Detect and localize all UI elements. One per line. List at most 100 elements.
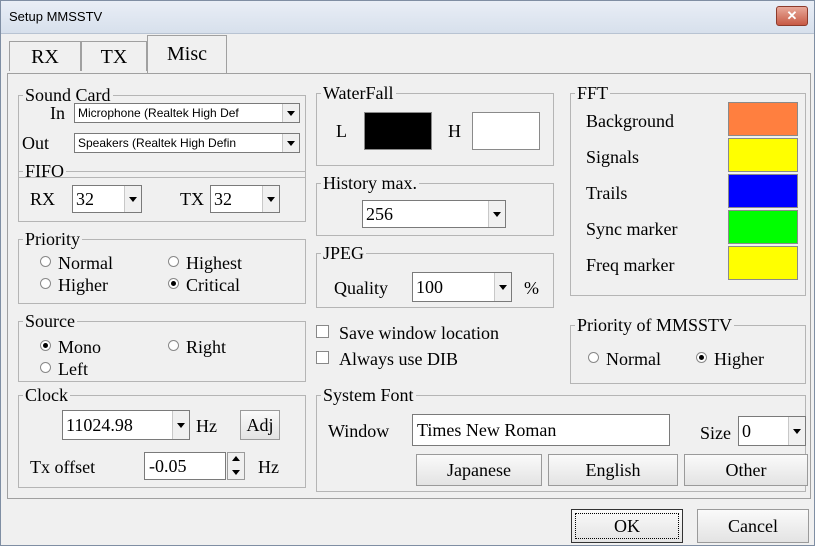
fft-sync-marker-label: Sync marker	[586, 219, 678, 239]
fft-trails-label: Trails	[586, 183, 628, 203]
font-window-input[interactable]: Times New Roman	[412, 414, 670, 446]
tab-tx[interactable]: TX	[81, 41, 147, 71]
priority-mmsstv-legend: Priority of MMSSTV	[577, 315, 733, 335]
chevron-down-icon[interactable]	[494, 273, 511, 301]
fft-legend: FFT	[577, 83, 609, 103]
dialog-footer: OK Cancel	[1, 499, 814, 545]
fifo-rx-value: 32	[76, 189, 94, 209]
tx-offset-input[interactable]: -0.05	[144, 452, 226, 480]
clock-legend: Clock	[25, 385, 68, 405]
radio-icon	[40, 256, 51, 267]
ok-button[interactable]: OK	[571, 509, 683, 543]
mmsstv-normal-radio[interactable]: Normal	[588, 348, 661, 370]
sound-card-legend: Sound Card	[25, 85, 111, 105]
history-value: 256	[366, 204, 393, 224]
priority-normal-radio[interactable]: Normal	[40, 252, 113, 274]
chevron-down-icon[interactable]	[788, 417, 805, 445]
tab-strip: RX TX Misc	[1, 33, 814, 73]
priority-highest-label: Highest	[186, 253, 242, 273]
misc-panel: Sound Card In Microphone (Realtek High D…	[7, 73, 811, 499]
sound-in-value: Microphone (Realtek High Def	[78, 106, 239, 120]
font-size-select[interactable]: 0	[738, 416, 806, 446]
fifo-tx-select[interactable]: 32	[210, 185, 280, 213]
tab-misc[interactable]: Misc	[147, 35, 227, 73]
fifo-rx-label: RX	[30, 189, 56, 209]
waterfall-h-color[interactable]	[472, 112, 540, 150]
source-mono-radio[interactable]: Mono	[40, 336, 101, 358]
fifo-tx-value: 32	[214, 189, 232, 209]
clock-hz-label: Hz	[196, 416, 217, 436]
fft-trails-color[interactable]	[728, 174, 798, 208]
waterfall-h-label: H	[448, 121, 461, 141]
sound-in-select[interactable]: Microphone (Realtek High Def	[74, 103, 300, 123]
fft-sync-marker-color[interactable]	[728, 210, 798, 244]
mmsstv-normal-label: Normal	[606, 349, 661, 369]
spin-down-icon[interactable]	[232, 470, 240, 475]
spin-up-icon[interactable]	[232, 456, 240, 461]
tab-rx[interactable]: RX	[9, 41, 81, 71]
tx-offset-hz-label: Hz	[258, 457, 279, 477]
fft-signals-color[interactable]	[728, 138, 798, 172]
priority-critical-label: Critical	[186, 275, 240, 295]
history-select[interactable]: 256	[362, 200, 506, 228]
fft-background-color[interactable]	[728, 102, 798, 136]
english-button[interactable]: English	[548, 454, 678, 486]
japanese-button[interactable]: Japanese	[416, 454, 542, 486]
adj-button[interactable]: Adj	[240, 410, 280, 440]
system-font-legend: System Font	[323, 385, 414, 405]
priority-legend: Priority	[25, 229, 81, 249]
radio-icon	[40, 362, 51, 373]
window-title: Setup MMSSTV	[9, 9, 103, 24]
fifo-legend: FIFO	[25, 161, 65, 181]
priority-highest-radio[interactable]: Highest	[168, 252, 242, 274]
checkbox-icon	[316, 325, 329, 338]
chevron-down-icon[interactable]	[282, 134, 299, 152]
radio-icon	[168, 340, 179, 351]
font-size-label: Size	[700, 423, 731, 443]
priority-normal-label: Normal	[58, 253, 113, 273]
clock-select[interactable]: 11024.98	[62, 410, 190, 440]
save-window-location-checkbox[interactable]: Save window location	[316, 322, 499, 344]
fft-freq-marker-color[interactable]	[728, 246, 798, 280]
radio-selected-icon	[696, 352, 707, 363]
chevron-down-icon[interactable]	[282, 104, 299, 122]
font-window-label: Window	[328, 421, 390, 441]
priority-critical-radio[interactable]: Critical	[168, 274, 240, 296]
sound-out-select[interactable]: Speakers (Realtek High Defin	[74, 133, 300, 153]
tx-offset-label: Tx offset	[30, 457, 96, 477]
fft-background-label: Background	[586, 111, 674, 131]
waterfall-legend: WaterFall	[323, 83, 394, 103]
source-right-radio[interactable]: Right	[168, 336, 226, 358]
priority-higher-label: Higher	[58, 275, 108, 295]
tx-offset-spinner[interactable]	[227, 452, 245, 480]
waterfall-l-color[interactable]	[364, 112, 432, 150]
source-mono-label: Mono	[58, 337, 102, 357]
sound-out-value: Speakers (Realtek High Defin	[78, 136, 237, 150]
fifo-rx-select[interactable]: 32	[72, 185, 142, 213]
jpeg-quality-select[interactable]: 100	[412, 272, 512, 302]
source-left-radio[interactable]: Left	[40, 358, 88, 380]
source-legend: Source	[25, 311, 75, 331]
close-icon[interactable]: ✕	[776, 6, 808, 26]
radio-icon	[40, 278, 51, 289]
mmsstv-higher-radio[interactable]: Higher	[696, 348, 764, 370]
other-button[interactable]: Other	[684, 454, 808, 486]
source-left-label: Left	[58, 359, 88, 379]
jpeg-quality-label: Quality	[334, 278, 388, 298]
radio-icon	[588, 352, 599, 363]
always-use-dib-checkbox[interactable]: Always use DIB	[316, 348, 458, 370]
chevron-down-icon[interactable]	[262, 186, 279, 212]
radio-selected-icon	[40, 340, 51, 351]
setup-dialog: Setup MMSSTV ✕ RX TX Misc Sound Card In …	[0, 0, 815, 546]
chevron-down-icon[interactable]	[488, 201, 505, 227]
chevron-down-icon[interactable]	[124, 186, 141, 212]
priority-higher-radio[interactable]: Higher	[40, 274, 108, 296]
always-use-dib-label: Always use DIB	[339, 349, 458, 369]
cancel-button[interactable]: Cancel	[697, 509, 809, 543]
waterfall-l-label: L	[336, 121, 347, 141]
chevron-down-icon[interactable]	[172, 411, 189, 439]
save-window-location-label: Save window location	[339, 323, 499, 343]
title-bar: Setup MMSSTV ✕	[1, 1, 814, 34]
jpeg-quality-value: 100	[416, 277, 443, 297]
history-legend: History max.	[323, 173, 417, 193]
